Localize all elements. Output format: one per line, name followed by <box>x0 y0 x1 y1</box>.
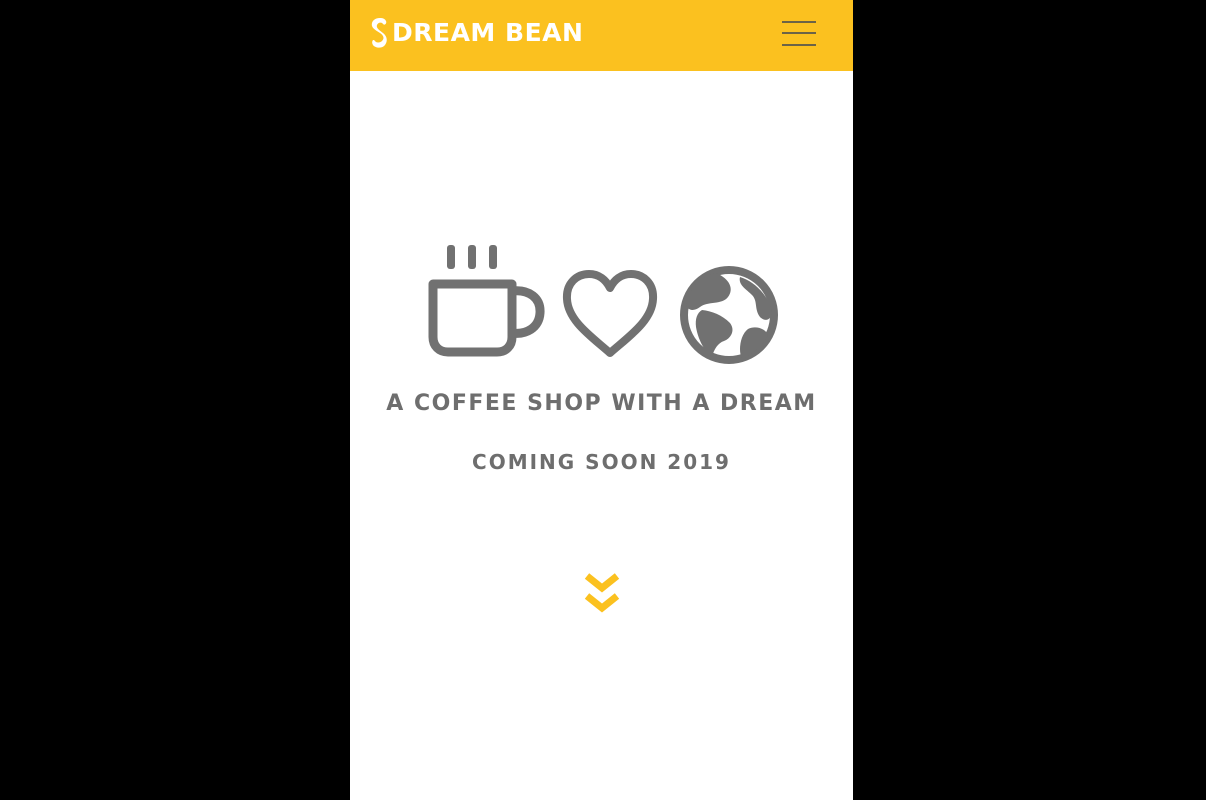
globe-icon <box>680 266 778 364</box>
hamburger-menu-button[interactable] <box>782 19 818 49</box>
bean-logo-icon <box>371 18 387 48</box>
double-chevron-down-icon[interactable] <box>584 570 620 618</box>
site-header: DREAM BEAN <box>350 0 853 71</box>
coffee-cup-icon <box>428 245 545 357</box>
heart-icon <box>562 270 658 357</box>
launch-status: COMING SOON 2019 <box>472 450 731 474</box>
page-viewport: DREAM BEAN A COFFEE SHOP WITH A DREAM CO… <box>350 0 853 800</box>
hero-icons <box>425 243 785 364</box>
brand-logo-link[interactable]: DREAM BEAN <box>370 16 583 50</box>
brand-name: DREAM BEAN <box>392 18 584 47</box>
hero-tagline: A COFFEE SHOP WITH A DREAM <box>386 391 817 416</box>
